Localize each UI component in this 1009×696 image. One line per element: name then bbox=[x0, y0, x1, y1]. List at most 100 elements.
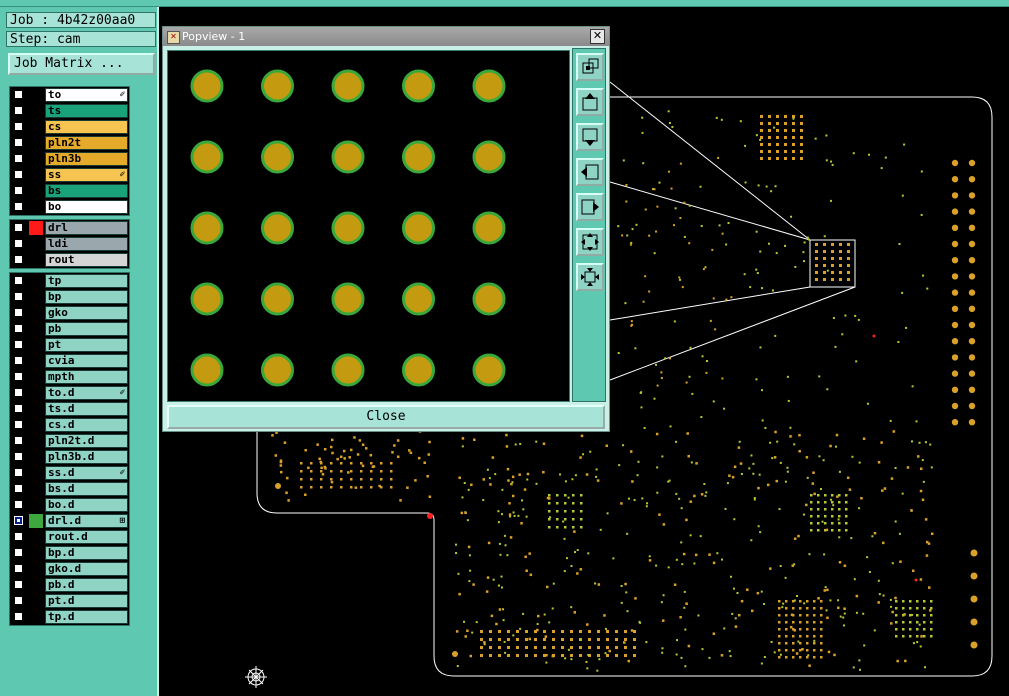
layer-name[interactable]: bs.d bbox=[45, 482, 128, 496]
layer-row-drl-d[interactable]: drl.d ⊞ bbox=[10, 513, 129, 529]
layer-name[interactable]: ss.d ✐ bbox=[45, 466, 128, 480]
layer-name[interactable]: to ✐ bbox=[45, 88, 128, 102]
layer-checkbox[interactable] bbox=[14, 484, 23, 493]
layer-row-bp[interactable]: bp bbox=[10, 289, 129, 305]
layer-row-pln2t-d[interactable]: pln2t.d bbox=[10, 433, 129, 449]
pan-right-button[interactable] bbox=[576, 193, 604, 221]
layer-row-bp-d[interactable]: bp.d bbox=[10, 545, 129, 561]
layer-name[interactable]: bo.d bbox=[45, 498, 128, 512]
layer-name[interactable]: cs bbox=[45, 120, 128, 134]
layer-row-to-d[interactable]: to.d ✐ bbox=[10, 385, 129, 401]
layer-name[interactable]: tp.d bbox=[45, 610, 128, 624]
layer-checkbox[interactable] bbox=[14, 388, 23, 397]
layer-checkbox[interactable] bbox=[14, 596, 23, 605]
layer-row-bo[interactable]: bo bbox=[10, 199, 129, 215]
layer-checkbox[interactable] bbox=[14, 468, 23, 477]
layer-checkbox[interactable] bbox=[14, 154, 23, 163]
layer-row-cvia[interactable]: cvia bbox=[10, 353, 129, 369]
layer-name[interactable]: mpth bbox=[45, 370, 128, 384]
zoom-center-button[interactable] bbox=[576, 263, 604, 291]
layer-name[interactable]: pt.d bbox=[45, 594, 128, 608]
layer-checkbox[interactable] bbox=[14, 223, 23, 232]
layer-name[interactable]: gko.d bbox=[45, 562, 128, 576]
layer-name[interactable]: tp bbox=[45, 274, 128, 288]
layer-row-ts-d[interactable]: ts.d bbox=[10, 401, 129, 417]
layer-name[interactable]: pln3b bbox=[45, 152, 128, 166]
layer-checkbox[interactable] bbox=[14, 276, 23, 285]
layer-row-pln2t[interactable]: pln2t bbox=[10, 135, 129, 151]
layer-name[interactable]: pt bbox=[45, 338, 128, 352]
layer-row-cs-d[interactable]: cs.d bbox=[10, 417, 129, 433]
layer-checkbox[interactable] bbox=[14, 404, 23, 413]
layer-checkbox[interactable] bbox=[14, 90, 23, 99]
layer-name[interactable]: pln2t.d bbox=[45, 434, 128, 448]
layer-checkbox[interactable] bbox=[14, 255, 23, 264]
layer-row-pt[interactable]: pt bbox=[10, 337, 129, 353]
layer-name[interactable]: gko bbox=[45, 306, 128, 320]
close-icon[interactable]: ✕ bbox=[590, 29, 605, 44]
layer-checkbox[interactable] bbox=[14, 239, 23, 248]
layer-name[interactable]: to.d ✐ bbox=[45, 386, 128, 400]
layer-checkbox[interactable] bbox=[14, 516, 23, 525]
layer-row-rout-d[interactable]: rout.d bbox=[10, 529, 129, 545]
layer-row-gko[interactable]: gko bbox=[10, 305, 129, 321]
layer-checkbox[interactable] bbox=[14, 436, 23, 445]
layer-row-to[interactable]: to ✐ bbox=[10, 87, 129, 103]
layer-row-bs[interactable]: bs bbox=[10, 183, 129, 199]
layer-checkbox[interactable] bbox=[14, 292, 23, 301]
layer-name[interactable]: rout.d bbox=[45, 530, 128, 544]
layer-name[interactable]: drl bbox=[45, 221, 128, 235]
layer-checkbox[interactable] bbox=[14, 564, 23, 573]
layer-name[interactable]: cs.d bbox=[45, 418, 128, 432]
layer-checkbox[interactable] bbox=[14, 580, 23, 589]
layer-checkbox[interactable] bbox=[14, 122, 23, 131]
layer-row-gko-d[interactable]: gko.d bbox=[10, 561, 129, 577]
layer-checkbox[interactable] bbox=[14, 452, 23, 461]
popview-titlebar[interactable]: ✕ Popview - 1 ✕ bbox=[163, 27, 609, 46]
layer-checkbox[interactable] bbox=[14, 202, 23, 211]
layer-row-bo-d[interactable]: bo.d bbox=[10, 497, 129, 513]
layer-checkbox[interactable] bbox=[14, 340, 23, 349]
layer-checkbox[interactable] bbox=[14, 324, 23, 333]
layer-row-bs-d[interactable]: bs.d bbox=[10, 481, 129, 497]
layer-name[interactable]: pln2t bbox=[45, 136, 128, 150]
layer-name[interactable]: bo bbox=[45, 200, 128, 214]
layer-row-mpth[interactable]: mpth bbox=[10, 369, 129, 385]
layer-name[interactable]: ts bbox=[45, 104, 128, 118]
layer-checkbox[interactable] bbox=[14, 138, 23, 147]
layer-row-pln3b[interactable]: pln3b bbox=[10, 151, 129, 167]
layer-name[interactable]: bp bbox=[45, 290, 128, 304]
layer-row-cs[interactable]: cs bbox=[10, 119, 129, 135]
layer-row-pln3b-d[interactable]: pln3b.d bbox=[10, 449, 129, 465]
layer-row-ss[interactable]: ss ✐ bbox=[10, 167, 129, 183]
layer-checkbox[interactable] bbox=[14, 612, 23, 621]
layer-checkbox[interactable] bbox=[14, 372, 23, 381]
layer-row-ss-d[interactable]: ss.d ✐ bbox=[10, 465, 129, 481]
layer-row-tp-d[interactable]: tp.d bbox=[10, 609, 129, 625]
layer-row-pb-d[interactable]: pb.d bbox=[10, 577, 129, 593]
layer-row-pb[interactable]: pb bbox=[10, 321, 129, 337]
layer-row-tp[interactable]: tp bbox=[10, 273, 129, 289]
layer-name[interactable]: pb.d bbox=[45, 578, 128, 592]
layer-name[interactable]: bp.d bbox=[45, 546, 128, 560]
layer-name[interactable]: cvia bbox=[45, 354, 128, 368]
layer-checkbox[interactable] bbox=[14, 186, 23, 195]
layer-name[interactable]: ss ✐ bbox=[45, 168, 128, 182]
job-matrix-button[interactable]: Job Matrix ... bbox=[8, 53, 155, 75]
zoom-window-button[interactable] bbox=[576, 53, 604, 81]
layer-checkbox[interactable] bbox=[14, 106, 23, 115]
layer-checkbox[interactable] bbox=[14, 532, 23, 541]
layer-checkbox[interactable] bbox=[14, 500, 23, 509]
layer-name[interactable]: ldi bbox=[45, 237, 128, 251]
layer-name[interactable]: bs bbox=[45, 184, 128, 198]
layer-checkbox[interactable] bbox=[14, 420, 23, 429]
layer-name[interactable]: pln3b.d bbox=[45, 450, 128, 464]
pan-up-button[interactable] bbox=[576, 88, 604, 116]
layer-name[interactable]: pb bbox=[45, 322, 128, 336]
layer-checkbox[interactable] bbox=[14, 548, 23, 557]
layer-checkbox[interactable] bbox=[14, 356, 23, 365]
layer-row-ts[interactable]: ts bbox=[10, 103, 129, 119]
popview-zoom-view[interactable] bbox=[167, 50, 570, 402]
layer-row-rout[interactable]: rout bbox=[10, 252, 129, 268]
layer-name[interactable]: ts.d bbox=[45, 402, 128, 416]
